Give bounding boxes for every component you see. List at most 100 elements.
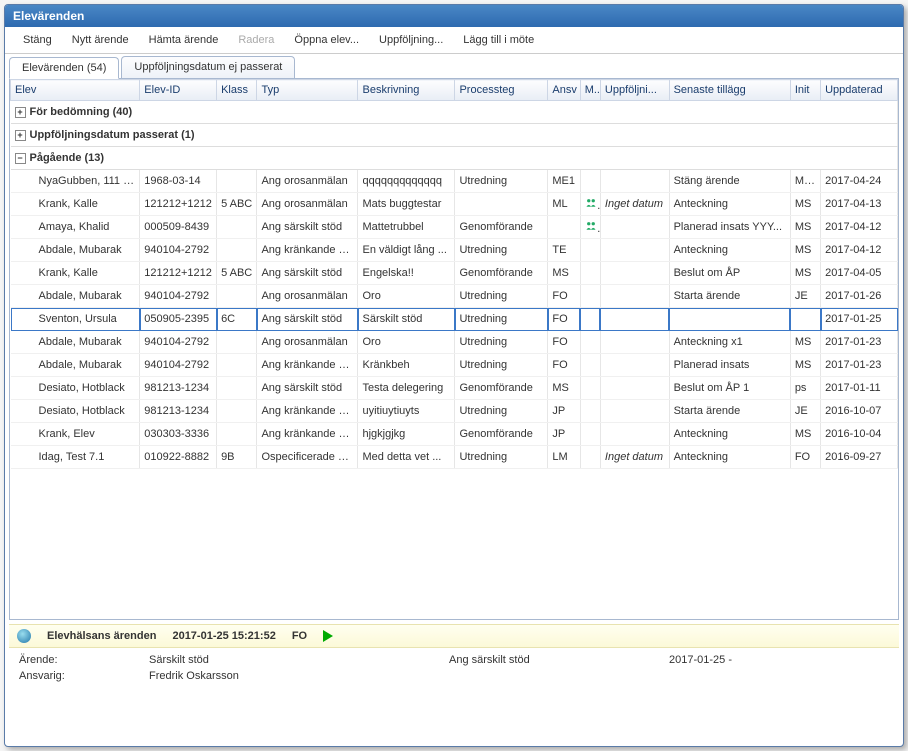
cell: Ang orosanmälan (257, 285, 358, 308)
col-header-3[interactable]: Typ (257, 80, 358, 101)
cell: Ang kränkande b... (257, 354, 358, 377)
cell: Krank, Kalle (11, 193, 140, 216)
cell (600, 354, 669, 377)
cell: Ang särskilt stöd (257, 308, 358, 331)
cell (548, 216, 580, 239)
cell: FO (790, 446, 820, 469)
col-header-10[interactable]: Init (790, 80, 820, 101)
col-header-7[interactable]: M.. (580, 80, 600, 101)
cell: JE (790, 285, 820, 308)
cell: Abdale, Mubarak (11, 239, 140, 262)
cell: Genomförande (455, 423, 548, 446)
cell: hjgkjgjkg (358, 423, 455, 446)
tab-0[interactable]: Elevärenden (54) (9, 57, 119, 79)
col-header-8[interactable]: Uppföljni... (600, 80, 669, 101)
menu-item-5[interactable]: Uppföljning... (371, 31, 451, 49)
detail-arende-val1: Särskilt stöd (149, 654, 449, 666)
table-row[interactable]: Krank, Kalle121212+12125 ABCAng orosanmä… (11, 193, 898, 216)
cell (217, 170, 257, 193)
cell: Anteckning (669, 193, 790, 216)
expand-icon[interactable]: + (15, 107, 26, 118)
table-row[interactable]: Idag, Test 7.1010922-88829BOspecificerad… (11, 446, 898, 469)
table-row[interactable]: Krank, Kalle121212+12125 ABCAng särskilt… (11, 262, 898, 285)
group-row[interactable]: +Uppföljningsdatum passerat (1) (11, 124, 898, 147)
cell: Krank, Elev (11, 423, 140, 446)
menu-item-4[interactable]: Öppna elev... (286, 31, 367, 49)
col-header-11[interactable]: Uppdaterad (821, 80, 898, 101)
group-row[interactable]: +För bedömning (40) (11, 101, 898, 124)
cell: Anteckning (669, 423, 790, 446)
cell: Utredning (455, 331, 548, 354)
detail-arende-val3: 2017-01-25 - (669, 654, 732, 666)
table-row[interactable]: Krank, Elev030303-3336Ang kränkande b...… (11, 423, 898, 446)
menu-item-0[interactable]: Stäng (15, 31, 60, 49)
cell: ML (548, 193, 580, 216)
cell (217, 216, 257, 239)
cell (217, 331, 257, 354)
cell: Desiato, Hotblack (11, 377, 140, 400)
menu-item-3: Radera (230, 31, 282, 49)
cell: 981213-1234 (140, 377, 217, 400)
table-row[interactable]: Amaya, Khalid000509-8439Ang särskilt stö… (11, 216, 898, 239)
cell: Med detta vet ... (358, 446, 455, 469)
cell: 2016-10-04 (821, 423, 898, 446)
cell (600, 285, 669, 308)
cell: 050905-2395 (140, 308, 217, 331)
cell: Utredning (455, 239, 548, 262)
expand-icon[interactable]: + (15, 130, 26, 141)
cell: FO (548, 308, 580, 331)
detail-arende-val2: Ang särskilt stöd (449, 654, 669, 666)
table-row[interactable]: Abdale, Mubarak940104-2792Ang orosanmäla… (11, 285, 898, 308)
cell (580, 354, 600, 377)
data-grid: ElevElev-IDKlassTypBeskrivningProcessteg… (10, 79, 898, 469)
group-row[interactable]: −Pågående (13) (11, 147, 898, 170)
menu-item-1[interactable]: Nytt ärende (64, 31, 137, 49)
cell: Starta ärende (669, 400, 790, 423)
table-row[interactable]: Abdale, Mubarak940104-2792Ang kränkande … (11, 354, 898, 377)
cell: MS (790, 331, 820, 354)
cell: Oro (358, 331, 455, 354)
col-header-5[interactable]: Processteg (455, 80, 548, 101)
cell: Inget datum (600, 446, 669, 469)
cell: MS (790, 216, 820, 239)
meeting-icon (585, 223, 597, 235)
cell: 2017-01-23 (821, 354, 898, 377)
cell (580, 308, 600, 331)
cell (580, 285, 600, 308)
cell: 940104-2792 (140, 285, 217, 308)
cell: MS (790, 239, 820, 262)
cell: JP (548, 400, 580, 423)
table-row[interactable]: NyaGubben, 111 222...1968-03-14Ang orosa… (11, 170, 898, 193)
col-header-9[interactable]: Senaste tillägg (669, 80, 790, 101)
play-icon[interactable] (323, 630, 333, 642)
cell: Anteckning (669, 446, 790, 469)
detail-ansvarig-label: Ansvarig: (19, 670, 149, 682)
cell (600, 239, 669, 262)
table-row[interactable]: Abdale, Mubarak940104-2792Ang kränkande … (11, 239, 898, 262)
col-header-2[interactable]: Klass (217, 80, 257, 101)
table-row[interactable]: Desiato, Hotblack981213-1234Ang kränkand… (11, 400, 898, 423)
cell: 2017-01-11 (821, 377, 898, 400)
col-header-6[interactable]: Ansv (548, 80, 580, 101)
cell: 010922-8882 (140, 446, 217, 469)
cell (580, 446, 600, 469)
cell: Utredning (455, 354, 548, 377)
col-header-4[interactable]: Beskrivning (358, 80, 455, 101)
cell: 9B (217, 446, 257, 469)
menu-item-6[interactable]: Lägg till i möte (455, 31, 542, 49)
tab-1[interactable]: Uppföljningsdatum ej passerat (121, 56, 295, 78)
menu-item-2[interactable]: Hämta ärende (141, 31, 227, 49)
col-header-1[interactable]: Elev-ID (140, 80, 217, 101)
table-row[interactable]: Desiato, Hotblack981213-1234Ang särskilt… (11, 377, 898, 400)
cell: Inget datum (600, 193, 669, 216)
table-row[interactable]: Sventon, Ursula050905-23956CAng särskilt… (11, 308, 898, 331)
cell: 2017-04-12 (821, 216, 898, 239)
group-label: Pågående (13) (30, 152, 105, 164)
cell (600, 377, 669, 400)
cell: Ospecificerade är... (257, 446, 358, 469)
collapse-icon[interactable]: − (15, 153, 26, 164)
col-header-0[interactable]: Elev (11, 80, 140, 101)
table-row[interactable]: Abdale, Mubarak940104-2792Ang orosanmäla… (11, 331, 898, 354)
menu-bar: StängNytt ärendeHämta ärendeRaderaÖppna … (5, 27, 903, 54)
cell: ME1 (790, 170, 820, 193)
